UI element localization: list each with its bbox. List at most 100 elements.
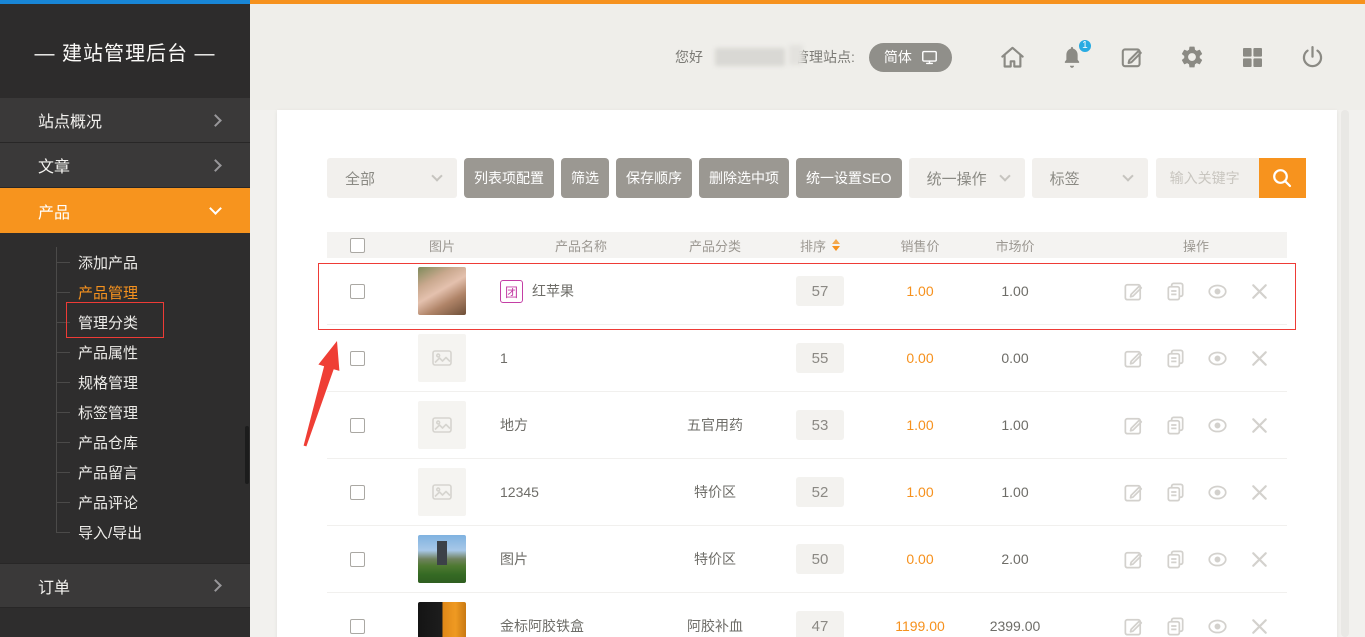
product-image[interactable] — [418, 535, 466, 583]
chevron-down-icon — [999, 170, 1010, 181]
product-category: 五官用药 — [665, 415, 765, 435]
eye-icon[interactable] — [1206, 347, 1229, 370]
eye-icon[interactable] — [1206, 615, 1229, 637]
product-category: 阿胶补血 — [665, 616, 765, 636]
product-category: 特价区 — [665, 549, 765, 569]
row-checkbox[interactable] — [350, 552, 365, 567]
market-price: 1.00 — [965, 484, 1065, 500]
copy-icon[interactable] — [1164, 615, 1187, 637]
submenu-spec-management[interactable]: 规格管理 — [0, 367, 250, 397]
settings-button[interactable] — [1179, 44, 1206, 71]
filter-button[interactable]: 筛选 — [561, 158, 609, 198]
col-sort[interactable]: 排序 — [765, 236, 875, 255]
submenu-add-product[interactable]: 添加产品 — [0, 247, 250, 277]
row-checkbox[interactable] — [350, 418, 365, 433]
toolbar: 全部 列表项配置 筛选 保存顺序 删除选中项 统一设置SEO 统一操作 标签 — [327, 158, 1306, 198]
sort-value[interactable]: 52 — [796, 477, 844, 507]
table-row: 12345 特价区 52 1.00 1.00 — [327, 459, 1287, 526]
products-submenu: 添加产品 产品管理 管理分类 产品属性 规格管理 标签管理 产品仓库 产品留言 … — [0, 233, 250, 563]
eye-icon[interactable] — [1206, 548, 1229, 571]
sort-value[interactable]: 57 — [796, 276, 844, 306]
filter-all-dropdown[interactable]: 全部 — [327, 158, 457, 198]
select-all-checkbox[interactable] — [350, 238, 365, 253]
submenu-product-management[interactable]: 产品管理 — [0, 277, 250, 307]
row-checkbox[interactable] — [350, 619, 365, 634]
product-name: 地方 — [500, 415, 528, 435]
edit-icon[interactable] — [1122, 615, 1145, 637]
edit-icon[interactable] — [1122, 548, 1145, 571]
submenu-manage-categories[interactable]: 管理分类 — [0, 307, 250, 337]
sort-value[interactable]: 50 — [796, 544, 844, 574]
product-image[interactable] — [418, 267, 466, 315]
copy-icon[interactable] — [1164, 481, 1187, 504]
submenu-product-attributes[interactable]: 产品属性 — [0, 337, 250, 367]
page-scrollbar[interactable] — [1341, 110, 1349, 637]
sidebar-item-site-overview[interactable]: 站点概况 — [0, 98, 250, 143]
row-checkbox[interactable] — [350, 485, 365, 500]
compose-button[interactable] — [1119, 44, 1146, 71]
submenu-product-reviews[interactable]: 产品评论 — [0, 487, 250, 517]
col-market-price: 市场价 — [965, 236, 1065, 255]
monitor-icon — [920, 48, 939, 67]
edit-icon[interactable] — [1122, 280, 1145, 303]
delete-icon[interactable] — [1248, 280, 1271, 303]
sale-price: 1199.00 — [875, 618, 965, 634]
eye-icon[interactable] — [1206, 481, 1229, 504]
copy-icon[interactable] — [1164, 347, 1187, 370]
list-config-button[interactable]: 列表项配置 — [464, 158, 554, 198]
submenu-product-messages[interactable]: 产品留言 — [0, 457, 250, 487]
sidebar-item-articles[interactable]: 文章 — [0, 143, 250, 188]
eye-icon[interactable] — [1206, 414, 1229, 437]
product-category: 特价区 — [665, 482, 765, 502]
product-image-placeholder[interactable] — [418, 334, 466, 382]
delete-icon[interactable] — [1248, 548, 1271, 571]
sort-value[interactable]: 47 — [796, 611, 844, 637]
sort-value[interactable]: 55 — [796, 343, 844, 373]
product-image-placeholder[interactable] — [418, 401, 466, 449]
eye-icon[interactable] — [1206, 280, 1229, 303]
notifications-button[interactable]: 1 — [1059, 44, 1086, 71]
batch-operation-dropdown[interactable]: 统一操作 — [909, 158, 1025, 198]
product-image[interactable] — [418, 602, 466, 637]
edit-icon[interactable] — [1122, 347, 1145, 370]
delete-icon[interactable] — [1248, 615, 1271, 637]
sidebar-scrollbar[interactable] — [245, 426, 249, 484]
image-placeholder-icon — [430, 346, 454, 370]
delete-icon[interactable] — [1248, 347, 1271, 370]
sidebar-item-orders[interactable]: 订单 — [0, 563, 250, 608]
content-card: 全部 列表项配置 筛选 保存顺序 删除选中项 统一设置SEO 统一操作 标签 — [277, 110, 1337, 637]
copy-icon[interactable] — [1164, 280, 1187, 303]
col-image: 图片 — [387, 236, 497, 255]
sort-value[interactable]: 53 — [796, 410, 844, 440]
tag-dropdown[interactable]: 标签 — [1032, 158, 1148, 198]
delete-selected-button[interactable]: 删除选中项 — [699, 158, 789, 198]
edit-icon[interactable] — [1122, 481, 1145, 504]
home-button[interactable] — [999, 44, 1026, 71]
submenu-import-export[interactable]: 导入/导出 — [0, 517, 250, 547]
redacted-username — [715, 48, 785, 66]
set-seo-button[interactable]: 统一设置SEO — [796, 158, 902, 198]
sidebar-item-products[interactable]: 产品 — [0, 188, 250, 233]
language-switch-button[interactable]: 简体 — [869, 43, 952, 72]
sort-arrows-icon[interactable] — [832, 239, 840, 251]
market-price: 0.00 — [965, 350, 1065, 366]
row-checkbox[interactable] — [350, 284, 365, 299]
row-checkbox[interactable] — [350, 351, 365, 366]
search-button[interactable] — [1259, 158, 1306, 198]
product-name: 图片 — [500, 549, 528, 569]
gear-icon — [1179, 44, 1205, 70]
submenu-product-warehouse[interactable]: 产品仓库 — [0, 427, 250, 457]
app-logo: — 建站管理后台 — — [0, 4, 250, 98]
apps-button[interactable] — [1239, 44, 1266, 71]
edit-icon[interactable] — [1122, 414, 1145, 437]
delete-icon[interactable] — [1248, 481, 1271, 504]
search-input[interactable] — [1156, 158, 1259, 198]
submenu-tag-management[interactable]: 标签管理 — [0, 397, 250, 427]
delete-icon[interactable] — [1248, 414, 1271, 437]
sidebar-item-label: 站点概况 — [38, 108, 102, 132]
copy-icon[interactable] — [1164, 548, 1187, 571]
save-order-button[interactable]: 保存顺序 — [616, 158, 692, 198]
logout-button[interactable] — [1299, 44, 1326, 71]
copy-icon[interactable] — [1164, 414, 1187, 437]
product-image-placeholder[interactable] — [418, 468, 466, 516]
